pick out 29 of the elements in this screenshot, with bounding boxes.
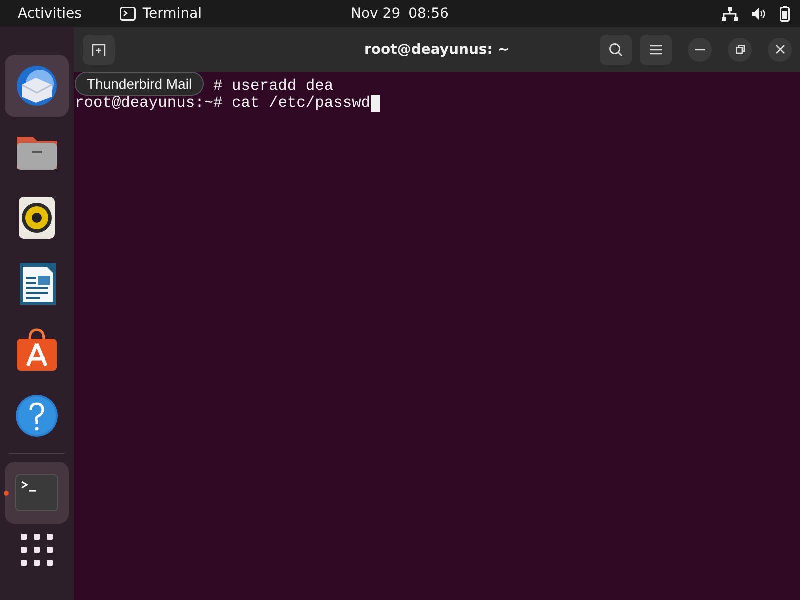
tooltip: Thunderbird Mail (75, 72, 204, 96)
close-icon (776, 45, 784, 54)
app-grid-icon[interactable] (21, 534, 53, 566)
menu-button[interactable] (640, 34, 672, 64)
date-label[interactable]: Nov 29 (351, 6, 401, 22)
minimize-icon (695, 48, 705, 50)
terminal-line: root@deayunus:~# cat /etc/passwd (75, 95, 371, 112)
maximize-button[interactable] (728, 38, 752, 62)
close-button[interactable] (768, 38, 792, 62)
search-icon (609, 42, 623, 56)
terminal-icon (120, 6, 136, 20)
mail-icon (14, 63, 60, 109)
help-icon (14, 393, 60, 439)
menu-icon (650, 44, 662, 54)
terminal-line: # useradd dea (214, 78, 334, 95)
running-indicator (4, 491, 9, 496)
dock-item[interactable] (5, 55, 69, 117)
search-button[interactable] (600, 34, 632, 64)
new-tab-button[interactable] (83, 34, 115, 64)
time-label[interactable]: 08:56 (408, 6, 449, 22)
app-menu[interactable]: Terminal (142, 6, 202, 22)
window-title: root@deayunus: ~ (364, 42, 510, 58)
volume-icon[interactable] (752, 8, 766, 20)
new-tab-icon (92, 44, 106, 56)
network-icon[interactable] (722, 6, 738, 20)
shopping-bag-icon (14, 327, 60, 373)
battery-icon[interactable] (780, 6, 790, 22)
restore-icon (736, 45, 744, 54)
activities-button[interactable]: Activities (18, 6, 82, 22)
